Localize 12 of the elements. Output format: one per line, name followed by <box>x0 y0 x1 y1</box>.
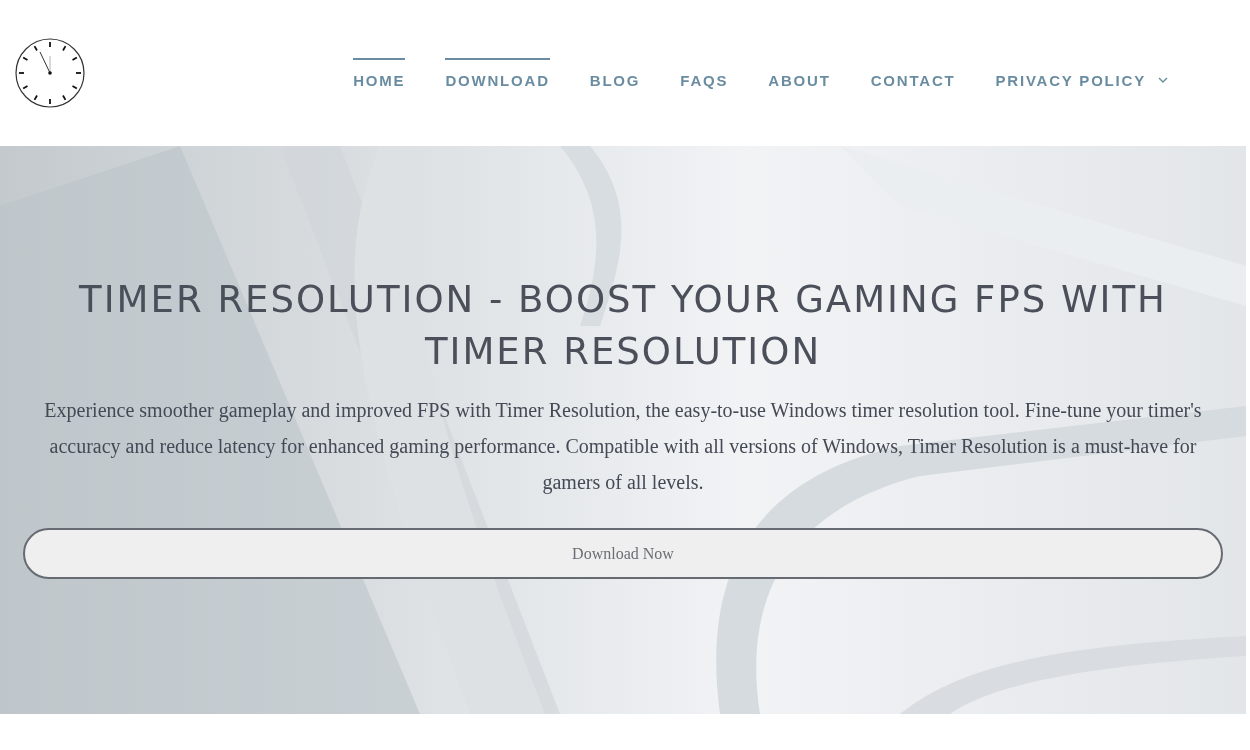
hero-description: Experience smoother gameplay and improved FPS with Timer Resolution, the easy-to-use Windows timer resolution tool. Fine-tune your timer's accuracy and reduce latency for enhanced gaming performance. Compatible with all versions of Windows, Timer Resolution is a must-have for gamers of all levels. <box>43 398 1203 496</box>
caret-icon <box>1158 77 1168 83</box>
clock-logo[interactable] <box>14 37 86 109</box>
nav-link[interactable]: PRIVACY POLICY <box>975 50 1188 96</box>
nav-link[interactable]: DOWNLOAD <box>425 50 570 96</box>
nav-link[interactable]: HOME <box>333 50 426 96</box>
nav-link[interactable]: CONTACT <box>850 50 976 96</box>
download-button[interactable]: Download Now <box>23 528 1223 579</box>
nav-link[interactable]: FAQS <box>660 50 749 96</box>
nav-link[interactable]: ABOUT <box>748 50 851 96</box>
hero-title: TIMER RESOLUTION - BOOST YOUR GAMING FPS WITH TIMER RESOLUTION <box>78 277 1168 375</box>
nav-link[interactable]: BLOG <box>569 50 661 96</box>
